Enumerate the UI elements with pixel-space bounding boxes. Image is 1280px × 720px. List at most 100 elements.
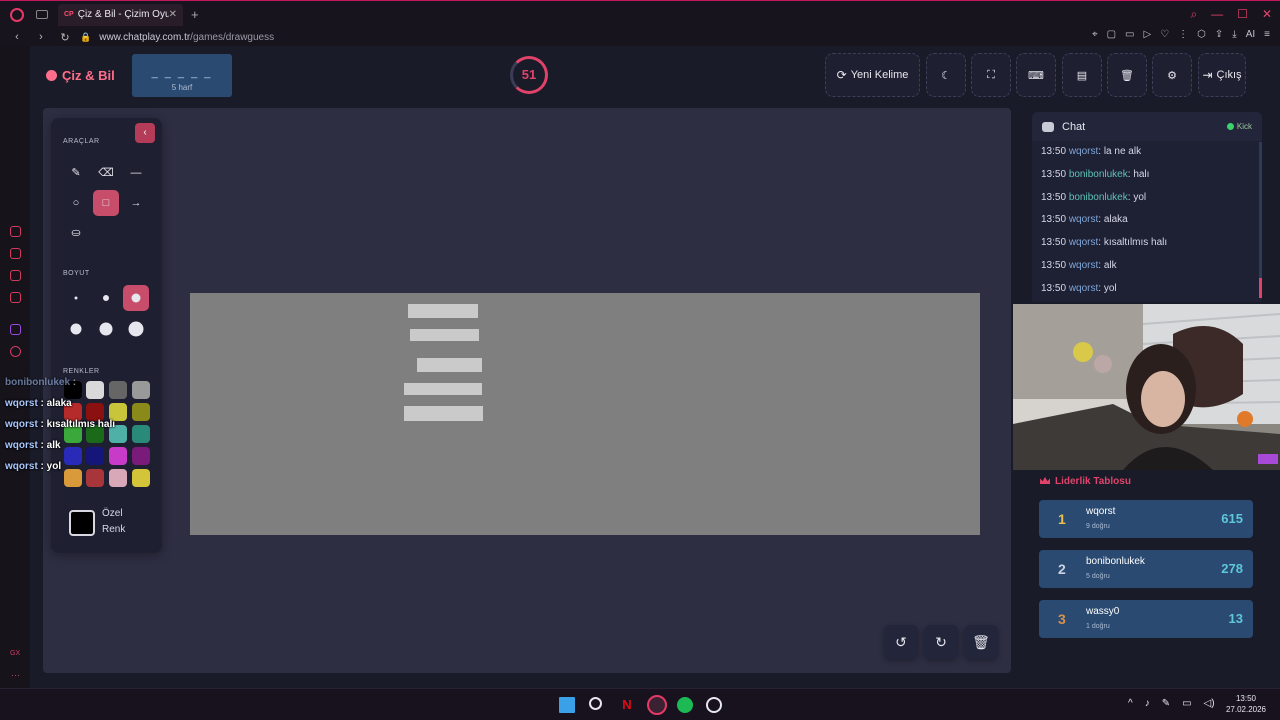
lock-icon[interactable]: 🔒: [80, 32, 91, 43]
message-user[interactable]: wqorst: [1069, 283, 1098, 294]
rectangle-tool[interactable]: □: [93, 190, 119, 216]
ai-button[interactable]: AI: [1246, 29, 1255, 40]
new-tab-icon[interactable]: +: [191, 7, 199, 22]
eraser-tool[interactable]: ⌫: [93, 160, 119, 186]
size-option[interactable]: [93, 285, 119, 311]
archive-button[interactable]: ▤: [1062, 53, 1102, 97]
color-swatch[interactable]: [86, 381, 104, 399]
browser-tab[interactable]: CP Çiz & Bil - Çizim Oyunu ✕: [58, 3, 183, 26]
exit-button[interactable]: ⇥ Çıkış: [1198, 53, 1246, 97]
opera-taskbar-icon[interactable]: [647, 695, 667, 715]
pencil-tool[interactable]: ✎: [63, 160, 89, 186]
color-swatch[interactable]: [86, 447, 104, 465]
color-swatch[interactable]: [86, 469, 104, 487]
color-swatch[interactable]: [132, 425, 150, 443]
message-user[interactable]: bonibonlukek: [1069, 192, 1128, 203]
settings-button[interactable]: ⚙: [1152, 53, 1192, 97]
forward-icon[interactable]: ›: [34, 31, 48, 43]
scroll-thumb[interactable]: [1259, 278, 1262, 298]
pin-icon[interactable]: ⌖: [1092, 29, 1098, 40]
color-swatch[interactable]: [132, 403, 150, 421]
color-swatch[interactable]: [109, 447, 127, 465]
size-option[interactable]: [63, 316, 89, 342]
reload-icon[interactable]: ↻: [58, 31, 72, 44]
delete-button[interactable]: 🗑: [1107, 53, 1147, 97]
color-swatch[interactable]: [132, 447, 150, 465]
menu-dots-icon[interactable]: ⋮: [1178, 29, 1188, 40]
size-option[interactable]: [123, 285, 149, 311]
close-window-icon[interactable]: ✕: [1262, 7, 1272, 22]
leaderboard: Liderlik Tablosu 1 wqorst 9 doğru 615 2 bonib…: [1032, 470, 1262, 680]
microphone-icon[interactable]: ♪: [1145, 698, 1150, 709]
size-option[interactable]: [123, 316, 149, 342]
redo-button[interactable]: ↻: [924, 625, 958, 659]
app-logo[interactable]: Çiz & Bil: [46, 68, 115, 83]
volume-icon[interactable]: ◁): [1204, 698, 1215, 709]
circle-tool[interactable]: ○: [63, 190, 89, 216]
message-user[interactable]: bonibonlukek: [1069, 169, 1128, 180]
message-user[interactable]: wqorst: [1069, 214, 1098, 225]
message-user[interactable]: wqorst: [1069, 146, 1098, 157]
fill-tool[interactable]: ⛀: [63, 220, 89, 246]
app-icon[interactable]: [706, 697, 722, 713]
more-icon[interactable]: ⋯: [11, 670, 20, 681]
windows-start-icon[interactable]: [559, 697, 575, 713]
message-user[interactable]: wqorst: [1069, 260, 1098, 271]
arrow-tool[interactable]: →: [123, 190, 149, 216]
color-swatch[interactable]: [64, 447, 82, 465]
message-user[interactable]: wqorst: [1069, 237, 1098, 248]
size-option[interactable]: [63, 285, 89, 311]
back-icon[interactable]: ‹: [10, 31, 24, 43]
keyboard-button[interactable]: ⌨: [1016, 53, 1056, 97]
netflix-icon[interactable]: N: [619, 697, 635, 713]
wallet-icon[interactable]: ▭: [1125, 29, 1134, 40]
color-swatch[interactable]: [109, 469, 127, 487]
messenger-icon[interactable]: [10, 270, 21, 281]
clear-button[interactable]: 🗑: [964, 625, 998, 659]
tab-strip-icon[interactable]: [36, 10, 48, 19]
record-icon[interactable]: [10, 346, 21, 357]
fullscreen-button[interactable]: ⛶: [971, 53, 1011, 97]
settings-menu-icon[interactable]: ≡: [1264, 29, 1270, 40]
drawing-canvas[interactable]: [190, 293, 980, 535]
search-icon[interactable]: ⌕: [1190, 7, 1197, 22]
size-option[interactable]: [93, 316, 119, 342]
m-app-icon[interactable]: [10, 292, 21, 303]
opera-logo-icon[interactable]: [10, 7, 24, 22]
chevron-up-icon[interactable]: ^: [1128, 698, 1133, 709]
share-icon[interactable]: ⇪: [1215, 29, 1223, 40]
message-time: 13:50: [1041, 259, 1067, 271]
play-icon[interactable]: ▷: [1143, 29, 1151, 40]
theme-button[interactable]: ☾: [926, 53, 966, 97]
line-tool[interactable]: —: [123, 160, 149, 186]
custom-color-button[interactable]: [69, 510, 95, 536]
twitch-icon[interactable]: [10, 324, 21, 335]
chat-messages[interactable]: 13:50 wqorst: la ne alk 13:50 bonibonluke…: [1032, 141, 1262, 301]
maximize-icon[interactable]: ☐: [1237, 7, 1248, 22]
search-icon[interactable]: [589, 697, 602, 710]
extensions-icon[interactable]: ⬡: [1197, 29, 1206, 40]
color-swatch[interactable]: [132, 381, 150, 399]
heart-icon[interactable]: ♡: [1160, 29, 1169, 40]
spotify-icon[interactable]: [677, 697, 693, 713]
chat-scrollbar[interactable]: [1259, 142, 1262, 298]
browser-tabbar: CP Çiz & Bil - Çizim Oyunu ✕ + ⌕ — ☐ ✕: [0, 0, 1280, 28]
new-word-button[interactable]: ⟳ Yeni Kelime: [825, 53, 920, 97]
collapse-panel-button[interactable]: ‹: [135, 123, 155, 143]
network-icon[interactable]: ▭: [1182, 698, 1191, 709]
clock[interactable]: 13:50 27.02.2026: [1226, 693, 1266, 715]
pen-icon[interactable]: ✎: [1162, 698, 1170, 709]
gx-icon[interactable]: GX: [10, 650, 20, 657]
color-swatch[interactable]: [109, 381, 127, 399]
color-swatch[interactable]: [64, 469, 82, 487]
undo-button[interactable]: ↺: [884, 625, 918, 659]
speed-dial-icon[interactable]: [10, 226, 21, 237]
workspace-icon[interactable]: [10, 248, 21, 259]
drawing-stage: ARAÇLAR ‹ ✎ ⌫ — ○ □ → ⛀ BOYUT RENKLER Öz…: [43, 108, 1011, 673]
close-tab-icon[interactable]: ✕: [169, 9, 177, 20]
color-swatch[interactable]: [132, 469, 150, 487]
snapshot-icon[interactable]: ▢: [1107, 29, 1116, 40]
url-field[interactable]: www.chatplay.com.tr/games/drawguess: [99, 32, 274, 43]
download-icon[interactable]: ⤓: [1232, 29, 1236, 40]
minimize-icon[interactable]: —: [1211, 7, 1223, 22]
